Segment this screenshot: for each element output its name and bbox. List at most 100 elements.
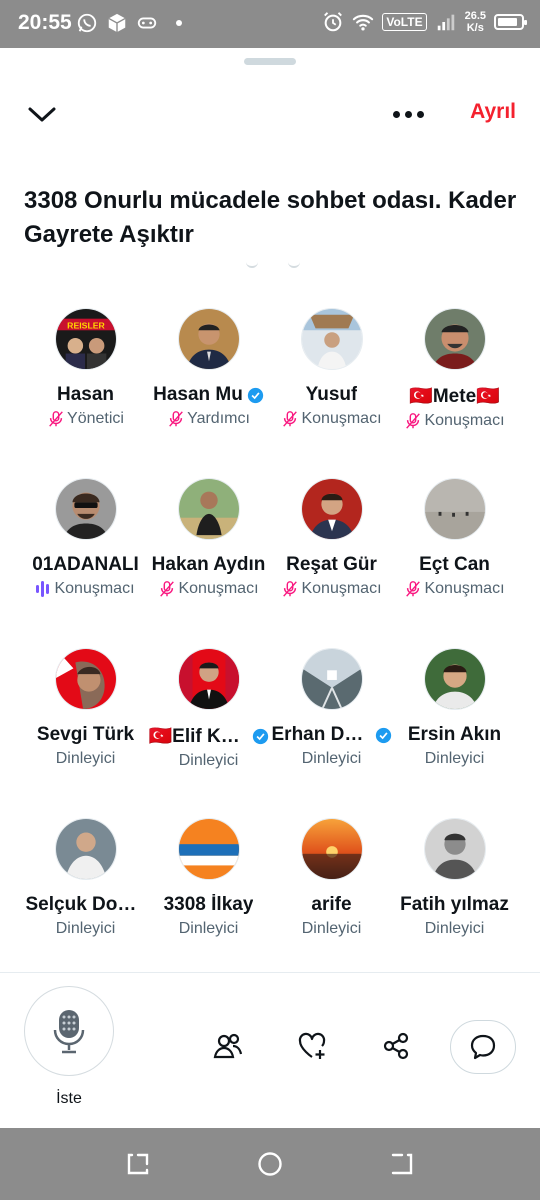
divider (0, 972, 540, 973)
participant-name: Reşat Gür (286, 554, 377, 575)
more-icon (392, 110, 400, 118)
notification-icons (76, 12, 182, 34)
participant-card[interactable]: Selçuk Doğan Dinleyici (24, 818, 147, 988)
signal-icon (437, 14, 454, 31)
volte-icon: VoLTE (382, 13, 427, 31)
comments-button[interactable] (450, 1020, 516, 1074)
participant-role: Konuşmacı (404, 412, 505, 430)
heart-plus-icon (298, 1032, 326, 1059)
participant-name: Fatih yılmaz (400, 894, 509, 915)
participant-card[interactable]: REISLER Hasan Yönetici (24, 308, 147, 478)
participant-role: Konuşmacı (158, 580, 259, 598)
participant-card[interactable]: 🇹🇷Mete🇹🇷 Konuşmacı (393, 308, 516, 478)
participant-card[interactable]: Eçt Can Konuşmacı (393, 478, 516, 648)
request-mic-label: İste (56, 1090, 82, 1107)
participant-name: Hakan Aydın (151, 554, 266, 575)
avatar (300, 478, 363, 540)
participant-card[interactable]: Sevgi Türk Dinleyici (24, 648, 147, 818)
network-speed: 26.5 K/s (465, 10, 486, 34)
space-title: 3308 Onurlu mücadele sohbet odası. Kader… (24, 187, 517, 248)
participant-card[interactable]: Yusuf Konuşmacı (270, 308, 393, 478)
chevron-down-icon (28, 107, 56, 122)
verified-badge-icon (252, 728, 268, 744)
alarm-icon (324, 12, 343, 32)
participant-role: Konuşmacı (36, 580, 135, 598)
participant-card[interactable]: Erhan Demir Dinleyici (270, 648, 393, 818)
participant-name: 🇹🇷Mete🇹🇷 (409, 386, 500, 407)
more-button[interactable] (386, 98, 430, 130)
mic-off-icon (49, 411, 63, 427)
participant-name: Hasan Mu (153, 384, 264, 406)
whatsapp-icon (77, 13, 97, 33)
participant-card[interactable]: Hasan Mu Yardımcı (147, 308, 270, 478)
participant-card[interactable]: 🇹🇷Elif Kaya Dinleyici (147, 648, 270, 818)
participant-role: Dinleyici (301, 920, 362, 937)
verified-badge-icon (247, 387, 264, 403)
avatar (300, 818, 363, 880)
speaking-icon (36, 581, 50, 597)
avatar (300, 308, 363, 370)
avatar (54, 478, 117, 540)
people-icon (213, 1033, 243, 1059)
gamepad-icon (137, 17, 157, 29)
mic-off-icon (283, 411, 298, 427)
dot-icon (176, 20, 182, 26)
mic-off-icon (406, 413, 421, 429)
people-button[interactable] (210, 1028, 246, 1064)
avatar (423, 648, 486, 710)
avatar (177, 308, 240, 370)
participant-name: Hasan (56, 384, 115, 405)
participant-name: Selçuk Doğan (25, 894, 146, 915)
share-icon (383, 1032, 409, 1060)
leave-button[interactable]: Ayrıl (470, 100, 516, 124)
avatar (177, 478, 240, 540)
verified-badge-icon (375, 727, 391, 743)
participant-role: Konuşmacı (281, 410, 382, 428)
home-circle-icon[interactable] (256, 1150, 284, 1178)
collapse-button[interactable] (24, 96, 60, 132)
drag-handle[interactable] (244, 58, 296, 65)
participant-role: Yardımcı (167, 410, 250, 428)
microphone-icon (53, 1010, 85, 1054)
participant-name: Ersin Akın (407, 724, 502, 745)
battery-icon (494, 14, 527, 30)
request-mic-button[interactable] (24, 986, 114, 1076)
avatar (423, 478, 486, 540)
participant-role: Yönetici (47, 410, 124, 428)
participant-role: Konuşmacı (281, 580, 382, 598)
participant-role: Dinleyici (178, 920, 239, 937)
react-button[interactable] (294, 1028, 330, 1064)
avatar (423, 308, 486, 370)
participant-card[interactable]: 3308 İlkay Dinleyici (147, 818, 270, 988)
participant-card[interactable]: Fatih yılmaz Dinleyici (393, 818, 516, 988)
back-icon[interactable] (388, 1150, 416, 1178)
recents-icon[interactable] (124, 1150, 152, 1178)
participant-role: Dinleyici (301, 750, 362, 767)
battery-level (498, 18, 517, 26)
avatar (300, 648, 363, 710)
participant-card[interactable]: Ersin Akın Dinleyici (393, 648, 516, 818)
participant-card[interactable]: arife Dinleyici (270, 818, 393, 988)
participant-name: 01ADANALI (32, 554, 139, 575)
participant-role: Dinleyici (178, 752, 239, 769)
participant-card[interactable]: Reşat Gür Konuşmacı (270, 478, 393, 648)
participant-role: Konuşmacı (404, 580, 505, 598)
status-time: 20:55 (18, 11, 72, 34)
participant-role: Dinleyici (55, 750, 116, 767)
participant-name: Yusuf (305, 384, 358, 405)
share-button[interactable] (378, 1028, 414, 1064)
participant-role: Dinleyici (424, 750, 485, 767)
mic-off-icon (169, 411, 183, 427)
svg-text:REISLER: REISLER (67, 320, 105, 330)
participant-role: Dinleyici (55, 920, 116, 937)
participant-name: Sevgi Türk (36, 724, 135, 745)
package-icon (108, 13, 126, 33)
participant-card[interactable]: Hakan Aydın Konuşmacı (147, 478, 270, 648)
participant-role: Dinleyici (424, 920, 485, 937)
system-icons: VoLTE 26.5 K/s (322, 10, 527, 34)
participant-card[interactable]: 01ADANALI Konuşmacı (24, 478, 147, 648)
system-navigation-bar (0, 1128, 540, 1200)
network-speed-unit: K/s (466, 22, 484, 34)
mic-off-icon (160, 581, 175, 597)
chat-bubble-icon (470, 1034, 496, 1060)
